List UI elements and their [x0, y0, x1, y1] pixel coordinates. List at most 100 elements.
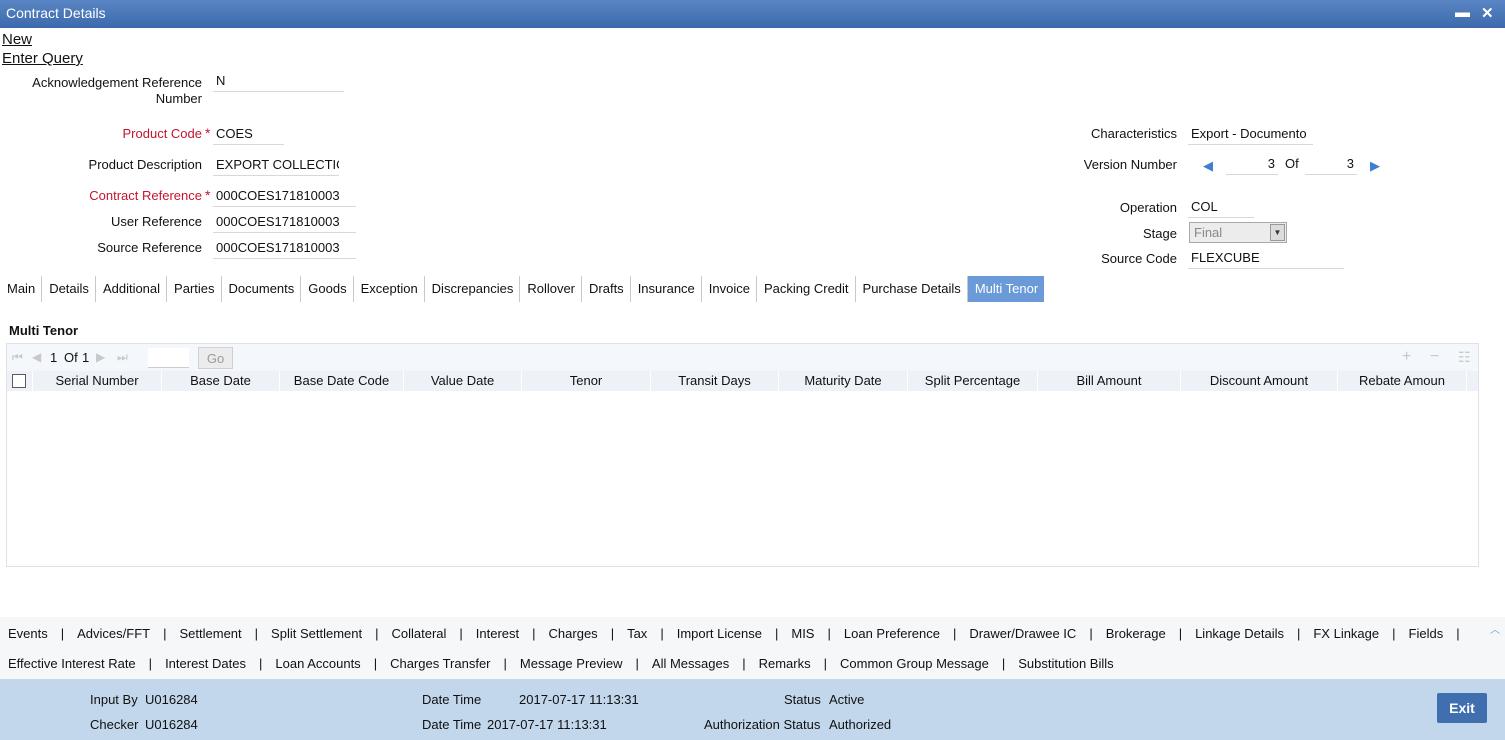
input-by-label: Input By: [90, 692, 138, 707]
characteristics-label: Characteristics: [1091, 126, 1177, 141]
footer-link-collateral[interactable]: Collateral: [391, 626, 446, 641]
tab-invoice[interactable]: Invoice: [702, 276, 757, 302]
footer-link-brokerage[interactable]: Brokerage: [1106, 626, 1166, 641]
link-separator: |: [1001, 656, 1006, 671]
tab-parties[interactable]: Parties: [167, 276, 222, 302]
page-number-input[interactable]: [148, 348, 189, 368]
footer-link-all-messages[interactable]: All Messages: [652, 656, 729, 671]
tab-drafts[interactable]: Drafts: [582, 276, 631, 302]
delete-row-icon[interactable]: −: [1430, 348, 1439, 366]
select-all-checkbox-cell: [7, 371, 33, 391]
link-separator: |: [148, 656, 153, 671]
version-current-field[interactable]: 3: [1226, 153, 1278, 175]
footer-link-mis[interactable]: MIS: [791, 626, 814, 641]
footer-link-linkage-details[interactable]: Linkage Details: [1195, 626, 1284, 641]
version-next-icon[interactable]: ▶: [1370, 158, 1380, 174]
go-button[interactable]: Go: [198, 347, 233, 369]
section-title: Multi Tenor: [9, 323, 79, 338]
link-separator: |: [742, 656, 746, 671]
ack-ref-field[interactable]: N: [213, 70, 344, 92]
date-time-value: 2017-07-17 11:13:31: [519, 692, 639, 707]
enter-query-link[interactable]: Enter Query: [2, 50, 83, 67]
footer-link-split-settlement[interactable]: Split Settlement: [271, 626, 362, 641]
link-separator: |: [953, 626, 957, 641]
footer-link-tax[interactable]: Tax: [627, 626, 647, 641]
tab-packing-credit[interactable]: Packing Credit: [757, 276, 856, 302]
footer-link-events[interactable]: Events: [8, 626, 48, 641]
footer-link-settlement[interactable]: Settlement: [180, 626, 242, 641]
footer-link-drawer-drawee-ic[interactable]: Drawer/Drawee IC: [969, 626, 1076, 641]
operation-field[interactable]: COL: [1188, 196, 1254, 218]
tab-bar: Main Details Additional Parties Documents Goo…: [0, 276, 1045, 302]
tab-discrepancies[interactable]: Discrepancies: [425, 276, 521, 302]
footer-link-advices-fft[interactable]: Advices/FFT: [77, 626, 150, 641]
new-link[interactable]: New: [2, 31, 32, 48]
source-reference-field[interactable]: 000COES171810003: [213, 237, 356, 259]
link-separator: |: [60, 626, 65, 641]
footer-link-charges-transfer[interactable]: Charges Transfer: [390, 656, 490, 671]
footer-link-loan-accounts[interactable]: Loan Accounts: [275, 656, 360, 671]
tab-main[interactable]: Main: [0, 276, 43, 302]
tab-purchase-details[interactable]: Purchase Details: [856, 276, 968, 302]
minimize-icon[interactable]: ▬: [1455, 4, 1470, 21]
link-separator: |: [774, 626, 779, 641]
input-by-value: U016284: [145, 692, 198, 707]
column-header: Maturity Date: [779, 371, 908, 391]
status-value: Active: [829, 692, 865, 707]
footer-link-substitution-bills[interactable]: Substitution Bills: [1018, 656, 1113, 671]
operation-label: Operation: [1119, 200, 1177, 215]
footer-link-fx-linkage[interactable]: FX Linkage: [1313, 626, 1379, 641]
column-header: Tenor: [522, 371, 651, 391]
tab-insurance[interactable]: Insurance: [631, 276, 702, 302]
footer-link-remarks[interactable]: Remarks: [759, 656, 811, 671]
link-separator: |: [1392, 626, 1396, 641]
link-separator: |: [254, 626, 259, 641]
close-icon[interactable]: ✕: [1481, 4, 1494, 22]
footer-link-fields[interactable]: Fields: [1409, 626, 1444, 641]
checker-value: U016284: [145, 717, 198, 732]
add-row-icon[interactable]: +: [1402, 348, 1411, 366]
user-reference-field[interactable]: 000COES171810003: [213, 211, 356, 233]
select-all-checkbox[interactable]: [12, 374, 26, 388]
product-description-label: Product Description: [88, 157, 202, 172]
tab-goods[interactable]: Goods: [301, 276, 354, 302]
tab-details[interactable]: Details: [42, 276, 96, 302]
single-view-icon[interactable]: ☷: [1458, 349, 1471, 366]
tab-rollover[interactable]: Rollover: [520, 276, 583, 302]
link-separator: |: [259, 656, 263, 671]
footer-link-interest[interactable]: Interest: [476, 626, 519, 641]
version-previous-icon[interactable]: ◀: [1203, 158, 1213, 174]
link-separator: |: [375, 626, 379, 641]
footer-link-import-license[interactable]: Import License: [677, 626, 762, 641]
source-code-field[interactable]: FLEXCUBE: [1188, 247, 1344, 269]
characteristics-field[interactable]: Export - Documento: [1188, 123, 1313, 145]
first-page-icon[interactable]: ⏮: [12, 350, 23, 365]
footer-link-charges[interactable]: Charges: [549, 626, 598, 641]
date-time-label: Date Time: [422, 692, 482, 707]
footer-link-interest-dates[interactable]: Interest Dates: [165, 656, 246, 671]
required-marker: *: [205, 187, 211, 203]
product-description-field[interactable]: EXPORT COLLECTIO: [213, 154, 339, 176]
contract-reference-field[interactable]: 000COES171810003: [213, 185, 356, 207]
footer-link-common-group-message[interactable]: Common Group Message: [840, 656, 989, 671]
footer-link-loan-preference[interactable]: Loan Preference: [844, 626, 940, 641]
scroll-up-icon[interactable]: ︿: [1490, 621, 1500, 636]
tab-multi-tenor[interactable]: Multi Tenor: [967, 276, 1045, 302]
footer-link-message-preview[interactable]: Message Preview: [520, 656, 623, 671]
product-code-field[interactable]: COES: [213, 123, 284, 145]
column-header: Discount Amount: [1181, 371, 1338, 391]
chevron-down-icon[interactable]: ▼: [1270, 224, 1285, 241]
tab-additional[interactable]: Additional: [96, 276, 168, 302]
product-code-label: Product Code: [122, 126, 203, 141]
exit-button[interactable]: Exit: [1437, 693, 1487, 723]
version-total-field: 3: [1305, 153, 1357, 175]
next-page-icon[interactable]: ▶: [96, 350, 105, 364]
user-reference-label: User Reference: [110, 214, 202, 229]
last-page-icon[interactable]: ⏭: [117, 350, 128, 365]
tab-documents[interactable]: Documents: [222, 276, 302, 302]
column-header: Bill Amount: [1038, 371, 1181, 391]
stage-select[interactable]: Final ▼: [1189, 222, 1287, 243]
footer-link-effective-interest-rate[interactable]: Effective Interest Rate: [8, 656, 136, 671]
tab-exception[interactable]: Exception: [354, 276, 425, 302]
previous-page-icon[interactable]: ◀: [32, 350, 41, 364]
